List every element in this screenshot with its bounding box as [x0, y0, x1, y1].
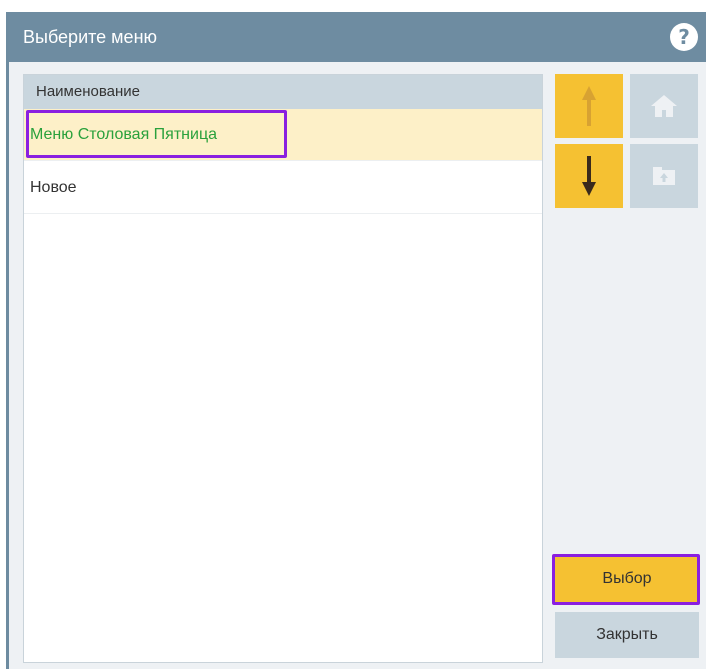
- folder-up-icon: [653, 167, 675, 185]
- select-highlight-frame: [552, 554, 700, 605]
- menu-list: Наименование Меню Столовая Пятница Новое: [23, 74, 543, 663]
- home-button[interactable]: [630, 74, 698, 138]
- help-icon[interactable]: ?: [670, 23, 698, 51]
- selection-highlight-frame: [26, 110, 287, 158]
- move-down-button[interactable]: [555, 144, 623, 208]
- list-item[interactable]: Меню Столовая Пятница: [24, 109, 542, 161]
- home-icon: [651, 95, 677, 117]
- list-item[interactable]: Новое: [24, 162, 542, 214]
- list-item-label: Новое: [30, 179, 77, 196]
- select-menu-dialog: Выберите меню ? Наименование Меню Столов…: [6, 12, 706, 669]
- folder-up-button[interactable]: [630, 144, 698, 208]
- close-button[interactable]: Закрыть: [555, 612, 699, 658]
- arrow-down-icon: [582, 156, 596, 196]
- column-header-name[interactable]: Наименование: [24, 75, 542, 109]
- arrow-up-icon: [582, 86, 596, 126]
- dialog-titlebar: Выберите меню ?: [9, 12, 706, 62]
- move-up-button[interactable]: [555, 74, 623, 138]
- dialog-title: Выберите меню: [23, 27, 158, 47]
